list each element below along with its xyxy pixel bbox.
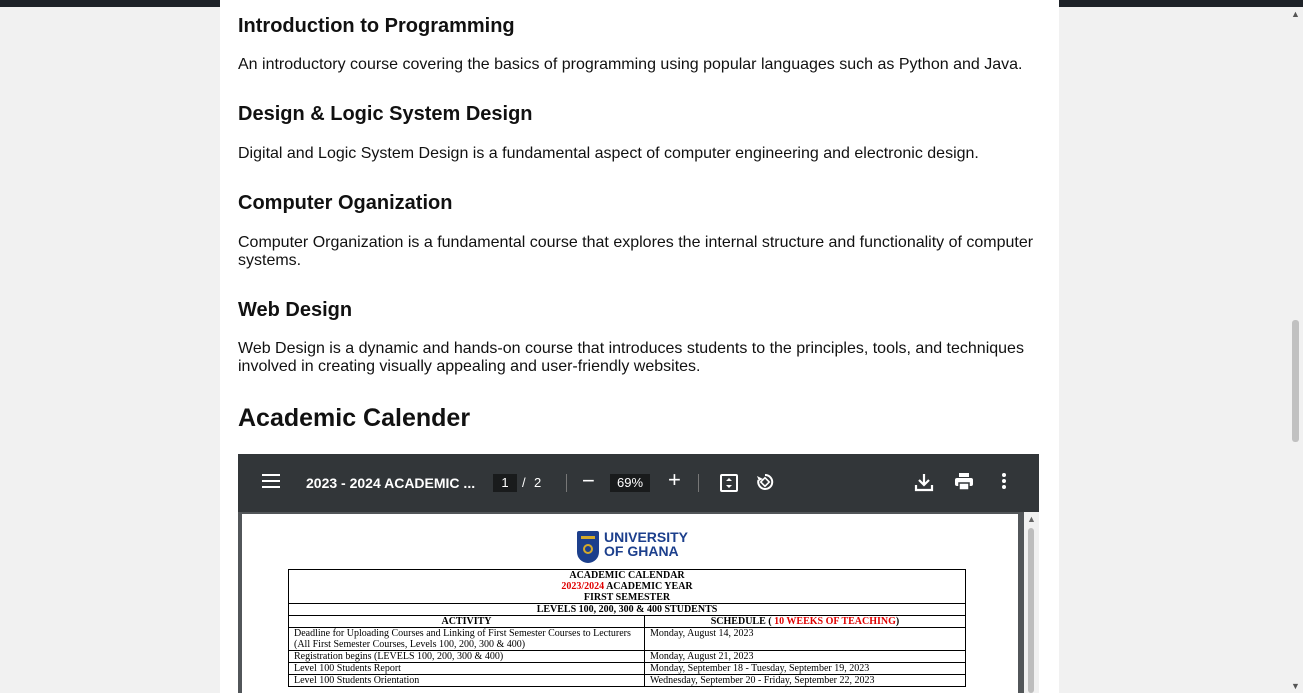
schedule-prefix: SCHEDULE ( (710, 616, 775, 627)
scroll-down-icon[interactable]: ▼ (1291, 681, 1300, 691)
table-row: Level 100 Students Report Monday, Septem… (288, 662, 966, 675)
schedule-highlight: 10 WEEKS OF TEACHING (774, 616, 896, 627)
course-title: Design & Logic System Design (238, 103, 533, 125)
toolbar-divider (698, 474, 699, 492)
table-row: Registration begins (LEVELS 100, 200, 30… (288, 650, 966, 663)
print-icon[interactable] (954, 473, 974, 491)
schedule-cell: Monday, August 21, 2023 (644, 650, 966, 663)
page-separator: / (522, 475, 526, 490)
crest-icon (577, 531, 599, 563)
course-title: Web Design (238, 299, 353, 321)
pdf-scrollbar[interactable]: ▲ (1024, 512, 1039, 693)
pdf-viewer[interactable]: 2023 - 2024 ACADEMIC ... 1 / 2 − 69% + U… (238, 454, 1039, 693)
activity-cell: Level 100 Students Orientation (288, 674, 645, 687)
course-page: Introduction to Programming An introduct… (220, 0, 1059, 693)
table-row: Level 100 Students Orientation Wednesday… (288, 674, 966, 687)
activity-cell: Level 100 Students Report (288, 662, 645, 675)
section-title: Academic Calender (238, 404, 471, 432)
table-row: Deadline for Uploading Courses and Linki… (288, 627, 966, 651)
page-number-input[interactable]: 1 (493, 474, 517, 492)
logo-line: UNIVERSITY (604, 529, 689, 545)
document-title: 2023 - 2024 ACADEMIC ... (306, 475, 476, 491)
semester-label: FIRST SEMESTER (583, 592, 671, 603)
scroll-up-icon[interactable]: ▲ (1027, 514, 1036, 524)
pdf-toolbar: 2023 - 2024 ACADEMIC ... 1 / 2 − 69% + (238, 454, 1039, 512)
activity-cell: Registration begins (LEVELS 100, 200, 30… (288, 650, 645, 663)
calendar-table: ACADEMIC CALENDAR 2023/2024 ACADEMIC YEA… (288, 569, 966, 687)
academic-year: 2023/2024 ACADEMIC YEAR (294, 581, 960, 592)
menu-icon[interactable] (262, 474, 280, 488)
zoom-out-button[interactable]: − (582, 470, 595, 492)
fit-page-icon[interactable] (720, 474, 738, 492)
course-description: Web Design is a dynamic and hands-on cou… (238, 340, 1024, 375)
scroll-up-icon[interactable]: ▲ (1291, 9, 1300, 19)
year-label: ACADEMIC YEAR (604, 581, 693, 592)
page-scrollbar[interactable]: ▲ ▼ (1288, 7, 1303, 693)
course-title: Introduction to Programming (238, 15, 515, 37)
schedule-suffix: ) (895, 616, 900, 627)
university-logo: UNIVERSITY OF GHANA (577, 530, 697, 566)
pdf-page: UNIVERSITY OF GHANA ACADEMIC CALENDAR 20… (242, 514, 1018, 693)
toolbar-divider (566, 474, 567, 492)
page-scrollbar-thumb[interactable] (1292, 320, 1299, 442)
schedule-cell: Monday, August 14, 2023 (644, 627, 966, 651)
calendar-heading: ACADEMIC CALENDAR (569, 570, 685, 581)
course-description: Digital and Logic System Design is a fun… (238, 145, 979, 162)
more-options-icon[interactable] (1002, 473, 1006, 491)
rotate-icon[interactable] (756, 473, 774, 491)
year-highlight: 2023/2024 (561, 581, 605, 592)
column-header-schedule: SCHEDULE ( 10 WEEKS OF TEACHING) (644, 615, 966, 628)
schedule-cell: Wednesday, September 20 - Friday, Septem… (644, 674, 966, 687)
zoom-in-button[interactable]: + (668, 469, 681, 491)
column-header-activity: ACTIVITY (288, 615, 645, 628)
course-description: Computer Organization is a fundamental c… (238, 234, 1034, 269)
course-title: Computer Oganization (238, 192, 453, 214)
course-description: An introductory course covering the basi… (238, 56, 1023, 73)
levels-label: LEVELS 100, 200, 300 & 400 STUDENTS (288, 603, 966, 616)
activity-cell: Deadline for Uploading Courses and Linki… (288, 627, 645, 651)
total-pages: 2 (534, 475, 542, 490)
pdf-scrollbar-thumb[interactable] (1028, 528, 1034, 693)
schedule-cell: Monday, September 18 - Tuesday, Septembe… (644, 662, 966, 675)
download-icon[interactable] (914, 472, 934, 492)
logo-text: UNIVERSITY OF GHANA (604, 530, 688, 558)
calendar-header: ACADEMIC CALENDAR 2023/2024 ACADEMIC YEA… (288, 569, 966, 604)
logo-line: OF GHANA (604, 543, 679, 559)
zoom-level-input[interactable]: 69% (610, 474, 650, 492)
